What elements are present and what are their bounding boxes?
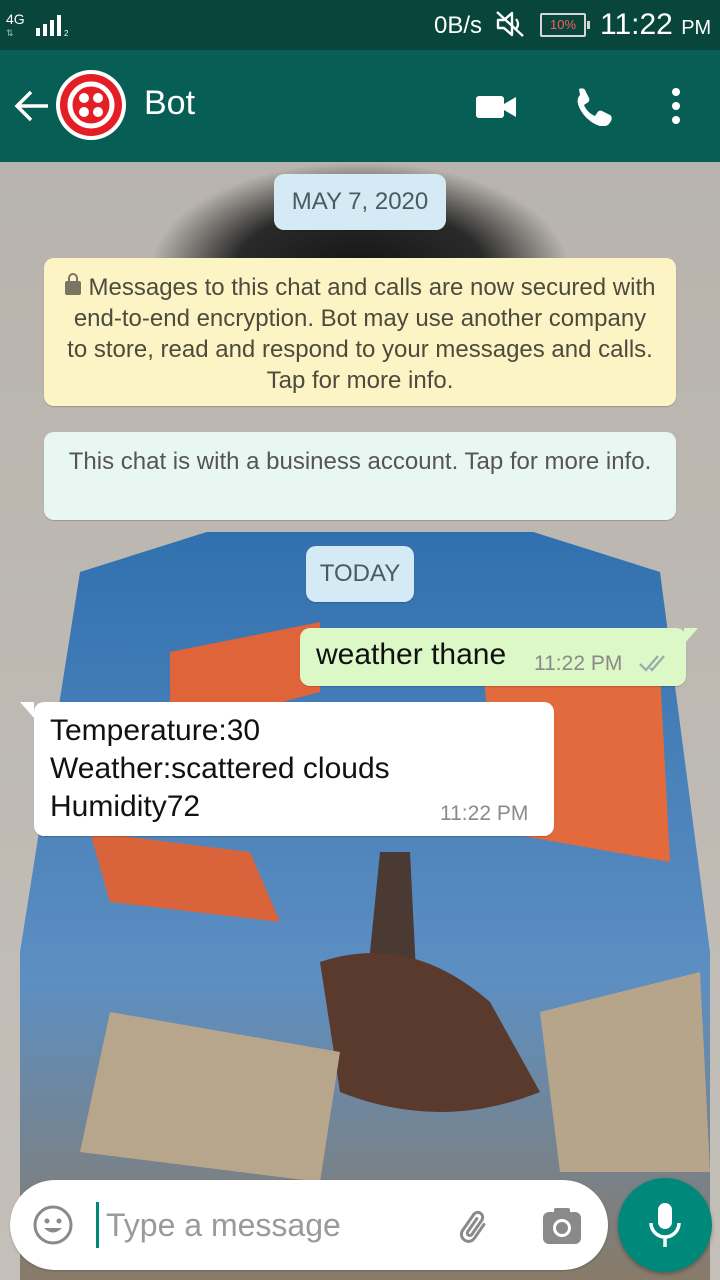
bubble-tail (20, 702, 34, 718)
message-line: Weather:scattered clouds (50, 752, 390, 785)
data-speed: 0B/s (434, 12, 483, 39)
lock-icon (64, 273, 81, 295)
encryption-notice-text: Messages to this chat and calls are now … (67, 274, 656, 394)
encryption-notice[interactable]: Messages to this chat and calls are now … (44, 258, 676, 406)
business-account-notice[interactable]: This chat is with a business account. Ta… (44, 432, 676, 520)
chat-header: Bot (0, 50, 720, 162)
message-time: 11:22 PM (440, 802, 529, 825)
incoming-message[interactable]: Temperature:30 Weather:scattered clouds … (20, 702, 554, 836)
message-time: 11:22 PM (534, 652, 623, 675)
message-body: Temperature:30 Weather:scattered clouds … (50, 712, 390, 826)
status-bar: 4G ⇅ 2 0B/s 10% 11:22 PM (0, 0, 720, 50)
microphone-icon (649, 1203, 681, 1247)
double-check-icon (639, 655, 665, 672)
voice-message-button[interactable] (618, 1178, 712, 1272)
attachment-icon[interactable] (454, 1204, 496, 1246)
avatar-logo (60, 74, 122, 136)
more-options-icon[interactable] (654, 86, 698, 126)
network-indicator: 4G ⇅ (6, 12, 25, 40)
message-line: Temperature:30 (50, 714, 261, 747)
network-type: 4G (6, 11, 25, 27)
clock-time: 11:22 (600, 8, 673, 41)
voice-call-icon[interactable] (570, 86, 614, 126)
bubble-tail (684, 628, 698, 644)
mute-icon (496, 11, 524, 37)
message-composer (10, 1180, 608, 1270)
message-input[interactable] (106, 1200, 436, 1250)
date-chip: MAY 7, 2020 (274, 174, 446, 230)
message-line: Humidity72 (50, 790, 201, 823)
twilio-logo-icon (67, 81, 115, 129)
message-text: weather thane (316, 638, 507, 671)
clock-suffix: PM (681, 17, 712, 39)
outgoing-message[interactable]: weather thane 11:22 PM (300, 628, 698, 686)
text-cursor (96, 1202, 99, 1248)
contact-name[interactable]: Bot (144, 84, 195, 123)
emoji-icon[interactable] (32, 1204, 74, 1246)
data-arrows-icon: ⇅ (6, 28, 14, 38)
battery-indicator: 10% (540, 13, 590, 37)
signal-strength-icon: 2 (36, 15, 69, 36)
chat-area[interactable]: MAY 7, 2020 Messages to this chat and ca… (0, 162, 720, 1280)
clock: 11:22 PM (600, 8, 711, 42)
svg-text:2: 2 (64, 29, 69, 36)
avatar[interactable] (56, 70, 126, 140)
battery-level: 10% (549, 17, 577, 32)
back-arrow-icon[interactable] (12, 86, 52, 126)
camera-icon[interactable] (540, 1204, 584, 1248)
video-call-icon[interactable] (474, 86, 518, 126)
date-chip-today: TODAY (306, 546, 414, 602)
